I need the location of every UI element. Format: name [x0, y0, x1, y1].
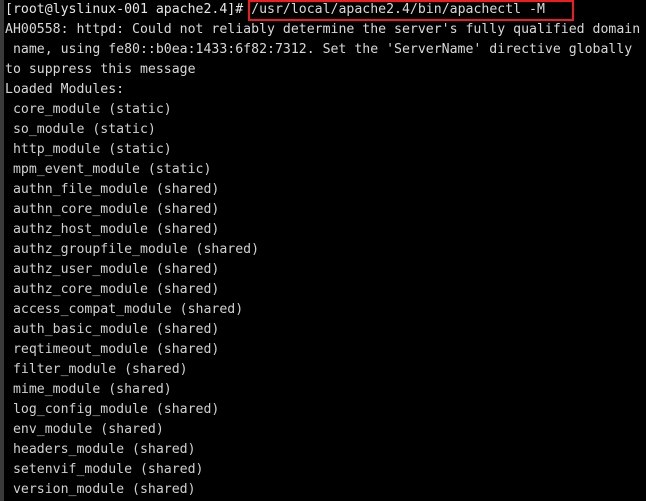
shell-prompt: [root@lyslinux-001 apache2.4]# [5, 2, 252, 17]
loaded-modules-header: Loaded Modules: [5, 82, 125, 97]
warning-line-1: AH00558: httpd: Could not reliably deter… [5, 22, 641, 37]
warning-line-2: name, using fe80::b0ea:1433:6f82:7312. S… [5, 42, 633, 57]
module-line: version_module (shared) [5, 482, 196, 497]
module-line: authz_host_module (shared) [5, 222, 220, 237]
module-line: authz_user_module (shared) [5, 262, 220, 277]
module-line: auth_basic_module (shared) [5, 322, 220, 337]
warning-line-3: to suppress this message [5, 62, 196, 77]
module-line: http_module (static) [5, 142, 172, 157]
module-list: core_module (static) so_module (static) … [4, 100, 646, 501]
module-line: authz_groupfile_module (shared) [5, 242, 260, 257]
module-line: core_module (static) [5, 102, 172, 117]
module-line: authz_core_module (shared) [5, 282, 220, 297]
module-line: so_module (static) [5, 122, 156, 137]
module-line: headers_module (shared) [5, 442, 196, 457]
module-line: mime_module (shared) [5, 382, 172, 397]
module-line: authn_file_module (shared) [5, 182, 220, 197]
module-line: log_config_module (shared) [5, 402, 220, 417]
module-line: authn_core_module (shared) [5, 202, 220, 217]
module-line: env_module (shared) [5, 422, 164, 437]
terminal-screen[interactable]: [root@lyslinux-001 apache2.4]# /usr/loca… [4, 0, 646, 501]
module-line: setenvif_module (shared) [5, 462, 204, 477]
typed-command: /usr/local/apache2.4/bin/apachectl -M [251, 2, 545, 17]
module-line: access_compat_module (shared) [5, 302, 244, 317]
module-line: mpm_event_module (static) [5, 162, 212, 177]
module-line: filter_module (shared) [5, 362, 188, 377]
command-line: [root@lyslinux-001 apache2.4]# /usr/loca… [4, 0, 646, 20]
module-line: reqtimeout_module (shared) [5, 342, 220, 357]
terminal-window[interactable]: [root@lyslinux-001 apache2.4]# /usr/loca… [0, 0, 646, 501]
